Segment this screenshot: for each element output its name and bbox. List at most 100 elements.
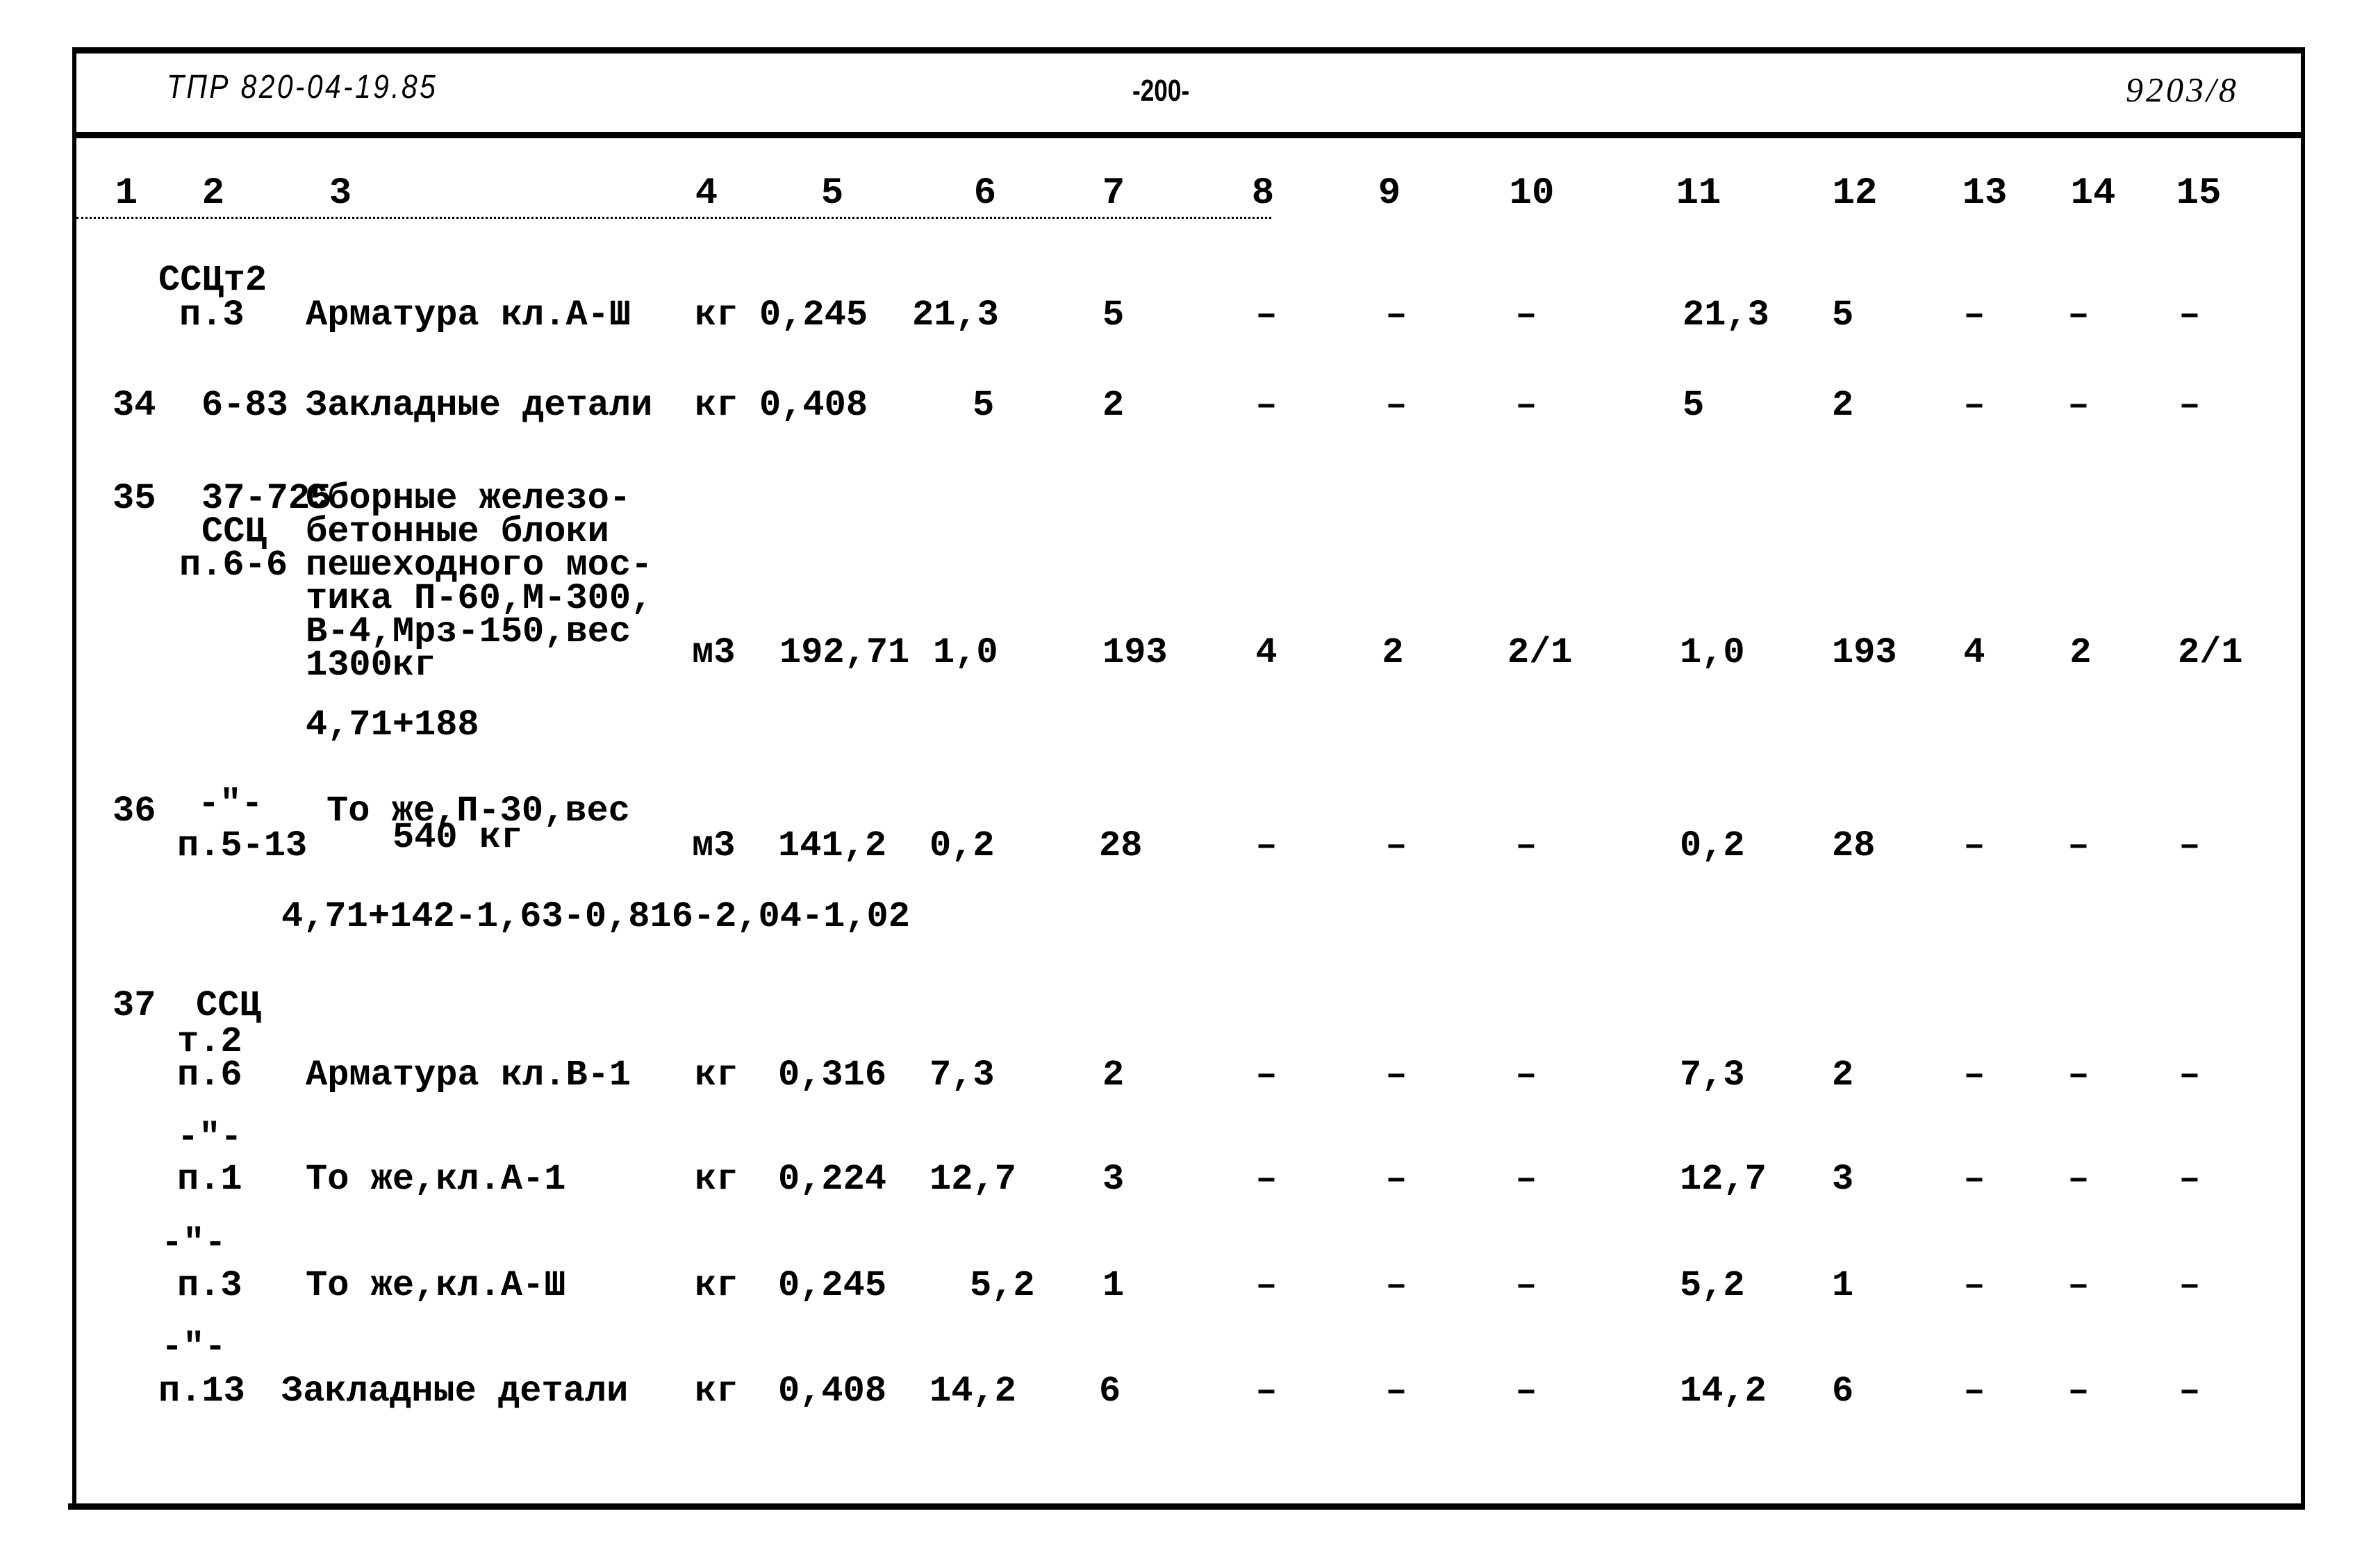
cell-c11: 0,2 [1680,825,1745,866]
cell-c11: 5,2 [1680,1265,1745,1306]
column-number: 12 [1832,172,1878,215]
cell-c12: 6 [1832,1371,1854,1412]
row-reference: ССЦ [196,985,261,1026]
cell-c6: 5,2 [970,1265,1035,1306]
frame-left-rule [72,50,76,1509]
cell-c6: 12,7 [929,1159,1016,1200]
sheet-reference: 9203/8 [2126,70,2239,109]
cell-c6: 14,2 [929,1371,1016,1412]
cell-c5: 0,316 [778,1055,887,1096]
cell-c5: 0,408 [778,1371,887,1412]
cell-c5: 192,71 [779,632,910,673]
row-description: Арматура кл.В-1 [306,1055,631,1096]
cell-c11: 12,7 [1680,1159,1767,1200]
column-number: 10 [1509,172,1555,215]
cell-c5: 141,2 [778,825,887,866]
column-number: 14 [2070,172,2116,215]
cell-c11: 7,3 [1680,1055,1745,1096]
cell-c13: – [1963,295,1985,336]
row-number: 35 [113,478,156,519]
cell-c14: – [2067,295,2090,336]
cell-c10: – [1515,295,1537,336]
column-number: 2 [201,172,225,215]
cell-c13: – [1963,1371,1985,1412]
cell-c14: – [2067,1159,2090,1200]
cell-c10: – [1515,1159,1537,1200]
cell-c7: 28 [1099,825,1143,866]
row-number: 34 [113,385,156,426]
cell-c9: – [1385,1055,1407,1096]
row-description: 540 кг [392,817,523,858]
row-reference: п.1 [177,1159,242,1200]
frame-bottom-rule [68,1503,2305,1510]
row-description: То же,кл.А-Ш [306,1265,566,1306]
cell-c10: 2/1 [1507,632,1573,673]
cell-c5: 0,245 [759,295,868,336]
cell-c8: – [1255,385,1278,426]
ditto-mark: -"- [161,1327,226,1368]
cell-c9: 2 [1382,632,1404,673]
cell-c14: – [2067,825,2090,866]
document-page: ТПР 820-04-19.85 -200- 9203/8 1 2 3 4 5 … [0,0,2380,1559]
column-header-rule [76,217,1271,219]
cell-c8: 4 [1255,632,1278,673]
cell-c15: – [2179,385,2201,426]
cell-c6: 7,3 [929,1055,995,1096]
cell-c10: – [1515,1055,1537,1096]
cell-c14: – [2067,1371,2090,1412]
cell-c13: – [1963,385,1985,426]
cell-c9: – [1385,825,1407,866]
cell-c8: – [1255,1055,1278,1096]
cell-c9: – [1385,1265,1407,1306]
cell-c8: – [1255,1371,1278,1412]
row-unit: кг [695,385,738,426]
cell-c12: 193 [1832,632,1897,673]
cell-c7: 6 [1099,1371,1121,1412]
cell-c11: 5 [1683,385,1705,426]
cell-c6: 1,0 [933,632,998,673]
row-description: То же,кл.А-1 [306,1159,566,1200]
row-reference: п.3 [177,1265,242,1306]
cell-c10: – [1515,1265,1537,1306]
cell-c6: 0,2 [929,825,995,866]
cell-c9: – [1385,295,1407,336]
row-unit: м3 [692,632,736,673]
cell-c12: 3 [1832,1159,1854,1200]
row-description: Закладные детали [281,1371,629,1412]
row-unit: м3 [692,825,736,866]
row-unit: кг [695,1055,738,1096]
cell-c15: – [2179,825,2201,866]
column-number: 9 [1378,172,1401,215]
column-number: 3 [329,172,352,215]
cell-c5: 0,245 [778,1265,887,1306]
cell-c15: – [2179,1265,2201,1306]
ditto-mark: -"- [161,1223,226,1264]
ditto-mark: -"- [177,1117,242,1158]
cell-c7: 193 [1102,632,1168,673]
row-reference: п.6 [177,1055,242,1096]
cell-c11: 1,0 [1680,632,1745,673]
cell-c6: 5 [973,385,995,426]
cell-c13: – [1963,825,1985,866]
cell-c13: – [1963,1159,1985,1200]
cell-c8: – [1255,1265,1278,1306]
row-description: Закладные детали [306,385,653,426]
cell-c5: 0,408 [759,385,868,426]
cell-c8: – [1255,825,1278,866]
column-number: 7 [1102,172,1125,215]
column-number: 5 [820,172,844,215]
column-number: 4 [695,172,718,215]
cell-c7: 1 [1102,1265,1125,1306]
cell-c14: – [2067,1055,2090,1096]
row-unit: кг [695,1371,738,1412]
frame-top-rule [72,47,2305,53]
cell-c8: – [1255,1159,1278,1200]
row-reference: п.3 [179,295,245,336]
cell-c12: 5 [1832,295,1854,336]
frame-right-rule [2301,50,2305,1509]
column-number: 1 [115,172,138,215]
cell-c9: – [1385,385,1407,426]
cell-c7: 2 [1102,1055,1125,1096]
cell-c15: – [2179,1371,2201,1412]
cell-c8: – [1255,295,1278,336]
